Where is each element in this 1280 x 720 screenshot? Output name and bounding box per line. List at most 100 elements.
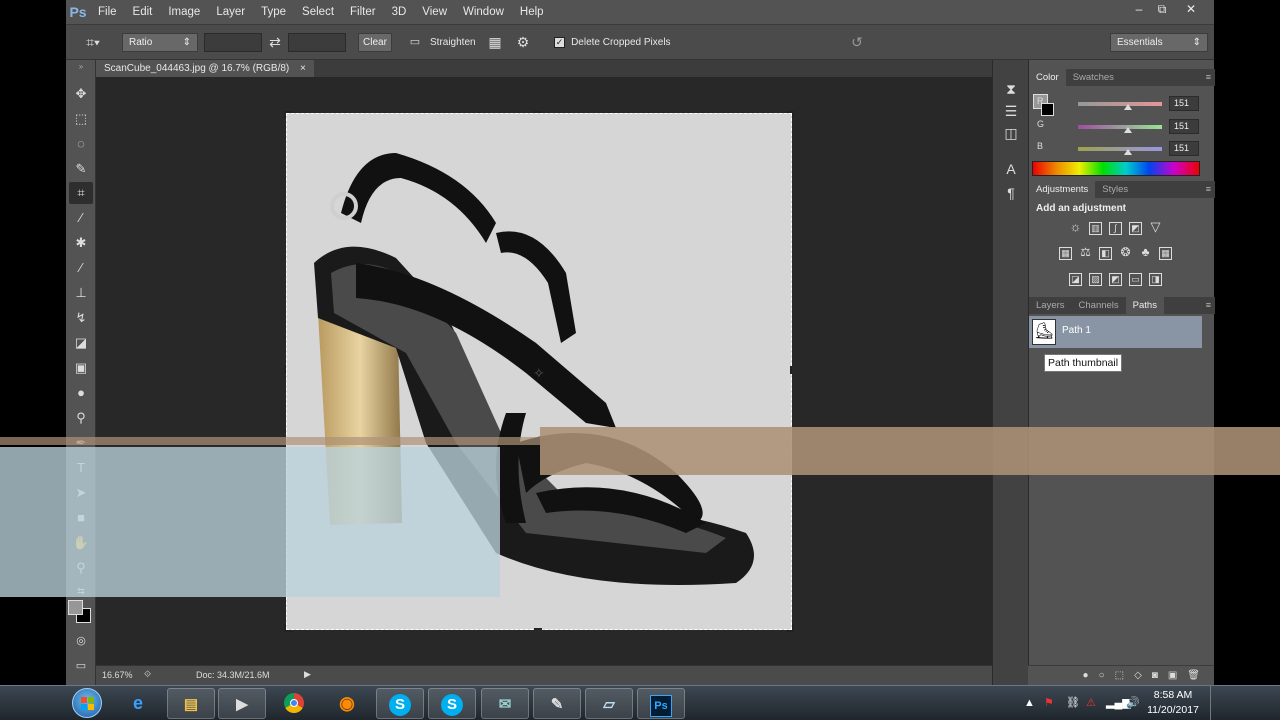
healing-brush-tool-icon[interactable]: ✱ (69, 232, 93, 254)
tab-layers[interactable]: Layers (1029, 297, 1072, 314)
channel-mixer-icon[interactable]: ♣ (1139, 246, 1152, 260)
quick-mask-icon[interactable]: ◎ (69, 630, 93, 652)
levels-icon[interactable]: ▥ (1089, 222, 1102, 235)
file-explorer-icon[interactable]: ▤ (167, 688, 215, 719)
menu-type[interactable]: Type (253, 0, 294, 24)
menu-3d[interactable]: 3D (384, 0, 415, 24)
ratio-select[interactable]: Ratio ⇕ (122, 33, 198, 52)
skype-second-icon[interactable]: S (428, 688, 476, 719)
menu-help[interactable]: Help (512, 0, 552, 24)
notepad-icon[interactable]: ▱ (585, 688, 633, 719)
curves-icon[interactable]: ∫ (1109, 222, 1122, 235)
blue-value[interactable]: 151 (1169, 141, 1199, 156)
menu-image[interactable]: Image (160, 0, 208, 24)
tab-styles[interactable]: Styles (1095, 181, 1135, 198)
zoom-level[interactable]: 16.67% (102, 670, 133, 680)
history-brush-tool-icon[interactable]: ↯ (69, 307, 93, 329)
panel-menu-icon[interactable]: ≡ (1206, 181, 1211, 198)
paragraph-panel-icon[interactable]: ¶ (1002, 184, 1020, 202)
red-value[interactable]: 151 (1169, 96, 1199, 111)
delete-cropped-checkbox[interactable]: ✓ (554, 37, 565, 48)
crop-handle-top[interactable] (534, 111, 542, 115)
taskbar-clock[interactable]: 8:58 AM 11/20/2017 (1140, 688, 1206, 718)
lasso-tool-icon[interactable]: ◌ (69, 133, 93, 155)
panel-menu-icon[interactable]: ≡ (1206, 297, 1211, 314)
photoshop-taskbar-icon[interactable]: Ps (637, 688, 685, 719)
properties-panel-icon[interactable]: ☰ (1002, 102, 1020, 120)
path-name[interactable]: Path 1 (1062, 316, 1091, 346)
delete-cropped-pixels-option[interactable]: ✓ Delete Cropped Pixels (554, 33, 674, 52)
gear-icon[interactable]: ⚙ (514, 33, 532, 52)
app-icon-generic[interactable]: ✎ (533, 688, 581, 719)
blue-slider-track[interactable] (1078, 147, 1162, 151)
collapse-toolbar-icon[interactable]: » (69, 62, 93, 84)
crop-tool-icon[interactable]: ⌗ (69, 182, 93, 204)
marquee-tool-icon[interactable]: ⬚ (69, 108, 93, 130)
crop-handle-bottom-right[interactable] (786, 624, 794, 632)
outlook-icon[interactable]: ✉ (481, 688, 529, 719)
selective-color-icon[interactable]: ◨ (1149, 273, 1162, 286)
status-menu-arrow-icon[interactable]: ▶ (304, 669, 311, 680)
delete-path-icon[interactable]: 🗑 (1187, 670, 1200, 681)
color-balance-icon[interactable]: ⚖ (1079, 246, 1092, 260)
black-white-icon[interactable]: ◧ (1099, 247, 1112, 260)
overlay-grid-icon[interactable]: ▦ (486, 33, 504, 52)
panel-menu-icon[interactable]: ≡ (1206, 69, 1211, 86)
media-player-icon[interactable]: ▶ (218, 688, 266, 719)
straighten-button[interactable]: Straighten (430, 33, 476, 52)
new-path-icon[interactable]: ▣ (1168, 670, 1177, 681)
add-mask-icon[interactable]: ◙ (1152, 670, 1158, 681)
internet-explorer-icon[interactable]: e (114, 688, 162, 719)
clone-stamp-tool-icon[interactable]: ⊥ (69, 282, 93, 304)
green-slider-thumb[interactable] (1123, 127, 1132, 133)
gradient-map-icon[interactable]: ▭ (1129, 273, 1142, 286)
hue-saturation-icon[interactable]: ▦ (1059, 247, 1072, 260)
color-lookup-icon[interactable]: ▦ (1159, 247, 1172, 260)
exposure-icon[interactable]: ◩ (1129, 222, 1142, 235)
menu-window[interactable]: Window (455, 0, 512, 24)
swap-arrows-icon[interactable]: ⇄ (266, 33, 284, 52)
menu-file[interactable]: File (90, 0, 125, 24)
crop-height-field[interactable] (288, 33, 346, 52)
menu-select[interactable]: Select (294, 0, 342, 24)
foreground-color-swatch[interactable] (68, 600, 83, 615)
screen-mode-icon[interactable]: ▭ (69, 655, 93, 677)
crop-handle-right[interactable] (790, 366, 794, 374)
threshold-icon[interactable]: ◩ (1109, 273, 1122, 286)
stroke-path-icon[interactable]: ○ (1099, 670, 1105, 681)
restore-button[interactable]: ⧉ (1149, 0, 1175, 20)
network-share-icon[interactable]: ⛓ (1066, 686, 1080, 720)
security-alert-icon[interactable]: ⚠ (1086, 686, 1096, 720)
info-panel-icon[interactable]: ◫ (1002, 124, 1020, 142)
eraser-tool-icon[interactable]: ◪ (69, 332, 93, 354)
green-slider-track[interactable] (1078, 125, 1162, 129)
eyedropper-tool-icon[interactable]: ⁄ (69, 207, 93, 229)
tab-swatches[interactable]: Swatches (1066, 69, 1121, 86)
volume-icon[interactable]: 🔊 (1126, 686, 1140, 720)
straighten-icon[interactable]: ▭ (406, 33, 424, 52)
crop-tool-preset-icon[interactable]: ⌗▾ (82, 33, 104, 52)
crop-handle-top-left[interactable] (284, 111, 292, 119)
red-slider-thumb[interactable] (1123, 104, 1132, 110)
menu-edit[interactable]: Edit (125, 0, 161, 24)
character-panel-icon[interactable]: A (1002, 160, 1020, 178)
vibrance-icon[interactable]: ▽ (1149, 220, 1162, 235)
menu-layer[interactable]: Layer (208, 0, 253, 24)
reset-undo-icon[interactable]: ↺ (848, 33, 866, 52)
status-info-icon[interactable]: ⟐ (144, 669, 151, 680)
posterize-icon[interactable]: ▨ (1089, 273, 1102, 286)
chrome-icon[interactable] (270, 688, 318, 719)
green-value[interactable]: 151 (1169, 119, 1199, 134)
menu-filter[interactable]: Filter (342, 0, 384, 24)
blur-tool-icon[interactable]: ● (69, 382, 93, 404)
history-panel-icon[interactable]: ⧗ (1002, 80, 1020, 98)
brush-tool-icon[interactable]: ∕ (69, 257, 93, 279)
fill-path-icon[interactable]: ● (1083, 670, 1089, 681)
gradient-tool-icon[interactable]: ▣ (69, 357, 93, 379)
invert-icon[interactable]: ◪ (1069, 273, 1082, 286)
red-slider-track[interactable] (1078, 102, 1162, 106)
tab-adjustments[interactable]: Adjustments (1029, 181, 1096, 198)
red-slider[interactable]: R 151 (1037, 96, 1212, 114)
path-list-item[interactable]: ⛸ Path 1 (1029, 316, 1202, 348)
skype-icon[interactable]: S (376, 688, 424, 719)
